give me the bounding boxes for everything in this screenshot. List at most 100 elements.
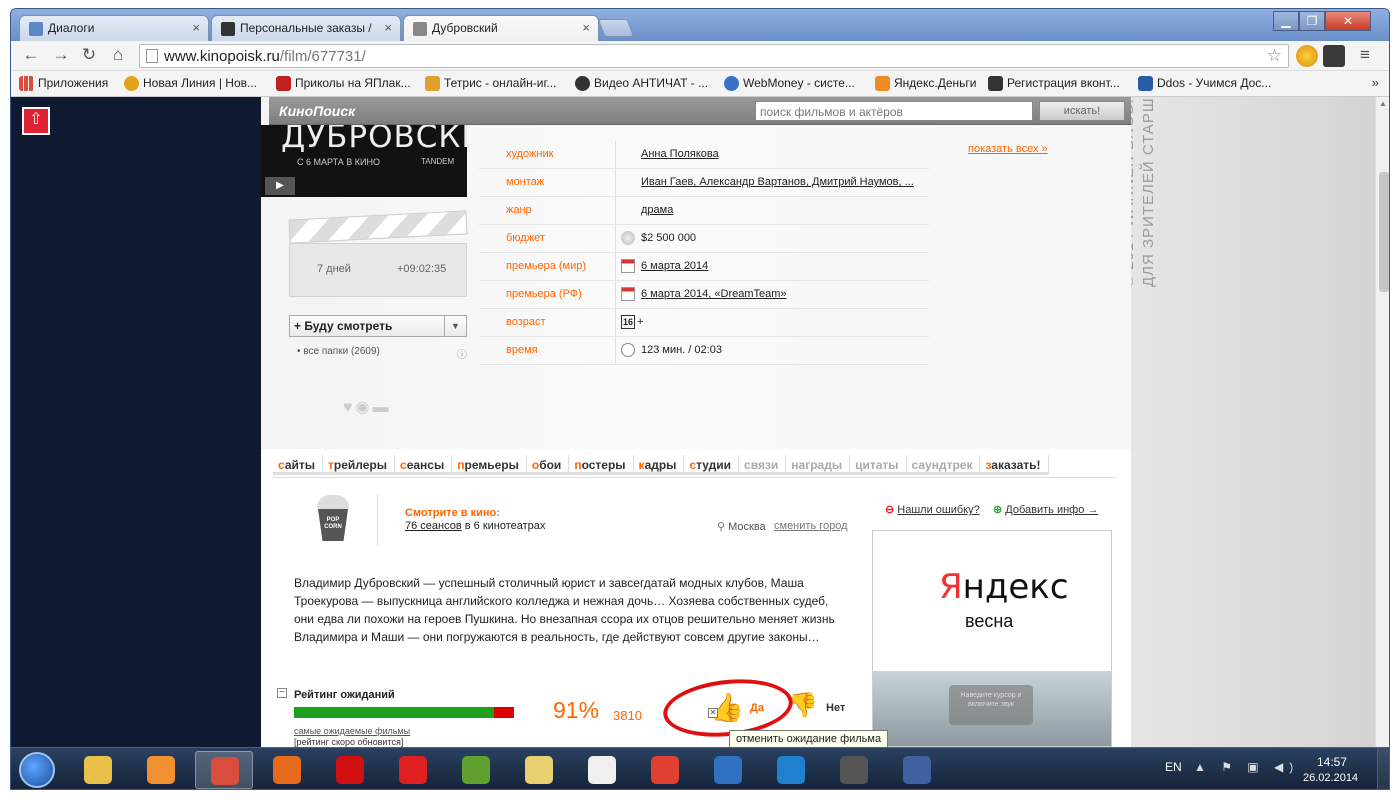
scroll-to-top-button[interactable]: ⇧ — [22, 107, 50, 135]
comment-icon[interactable]: ▬ — [372, 399, 391, 416]
forward-arrow-icon[interactable]: → — [51, 46, 71, 66]
minimize-button[interactable]: ▁ — [1273, 11, 1299, 31]
tab-dialogs[interactable]: Диалоги × — [19, 15, 209, 41]
app7-icon — [462, 756, 490, 784]
maximize-button[interactable]: ❐ — [1299, 11, 1325, 31]
change-city-link[interactable]: сменить город — [774, 520, 848, 532]
menu-sessions[interactable]: сеансы — [395, 455, 453, 475]
calendar-icon[interactable] — [621, 259, 635, 273]
taskbar-app-chrome[interactable] — [195, 751, 253, 789]
bookmark-novaya-liniya[interactable]: Новая Линия | Нов... — [124, 76, 257, 91]
close-icon[interactable]: × — [582, 20, 590, 35]
taskbar-app-media[interactable] — [132, 751, 190, 789]
trailer-poster[interactable]: ДУБРОВСКИЙ С 6 МАРТА В КИНО TANDEM ▶ — [261, 125, 467, 197]
bookmark-antichat[interactable]: Видео АНТИЧАТ - ... — [575, 76, 708, 91]
calendar-icon[interactable] — [621, 287, 635, 301]
sessions-link[interactable]: 76 сеансов — [405, 520, 462, 532]
no-button[interactable]: Нет — [826, 702, 845, 714]
film-page: КиноПоиск поиск фильмов и актёров искать… — [261, 97, 1131, 747]
taskbar-app-explorer[interactable] — [69, 751, 127, 789]
taskbar-app-firefox[interactable] — [258, 751, 316, 789]
play-icon[interactable]: ▶ — [265, 177, 295, 195]
close-window-button[interactable]: ✕ — [1325, 11, 1371, 31]
language-indicator[interactable]: EN — [1165, 760, 1182, 774]
countdown-clapper: 7 дней +09:02:35 — [288, 210, 468, 297]
page-scrollbar[interactable]: ▲ — [1375, 97, 1389, 747]
bookmark-apps[interactable]: Приложения — [19, 76, 108, 91]
chevron-down-icon[interactable]: ▼ — [444, 316, 466, 336]
menu-studios[interactable]: студии — [684, 455, 740, 475]
kinopoisk-logo[interactable]: КиноПоиск — [279, 103, 355, 119]
rf-premiere-link[interactable]: 6 марта 2014, «DreamTeam» — [641, 288, 787, 300]
yaplakal-icon — [276, 76, 291, 91]
menu-sites[interactable]: сайты — [273, 455, 324, 475]
eye-icon[interactable]: ◉ — [356, 399, 373, 416]
bookmark-tetris[interactable]: Тетрис - онлайн-иг... — [425, 76, 556, 91]
bookmark-yandex-money[interactable]: Яндекс.Деньги — [875, 76, 976, 91]
clock-time[interactable]: 14:57 — [1317, 755, 1347, 769]
back-arrow-icon[interactable]: ← — [21, 46, 41, 66]
taskbar-app-app7[interactable] — [447, 751, 505, 789]
taskbar-app-steam[interactable] — [825, 751, 883, 789]
new-tab-button[interactable] — [597, 19, 635, 37]
thumbs-down-icon[interactable]: 👎 — [788, 691, 818, 721]
all-folders-link[interactable]: • все папки (2609) — [297, 346, 380, 357]
menu-order[interactable]: заказать! — [980, 455, 1049, 475]
collapse-icon[interactable]: − — [277, 688, 287, 698]
menu-trailers[interactable]: трейлеры — [323, 455, 396, 475]
menu-posters[interactable]: постеры — [569, 455, 634, 475]
tab-dubrovsky[interactable]: Дубровский × — [403, 15, 599, 41]
taskbar-app-app12[interactable] — [762, 751, 820, 789]
close-icon[interactable]: × — [384, 20, 392, 35]
reload-icon[interactable]: ↻ — [79, 46, 99, 66]
bookmark-yaplakal[interactable]: Приколы на ЯПлак... — [276, 76, 411, 91]
taskbar-app-app14[interactable] — [888, 751, 946, 789]
address-bar[interactable]: www.kinopoisk.ru/film/677731/ ☆ — [139, 44, 1289, 68]
report-error-link[interactable]: ⊖ Нашли ошибку? — [885, 503, 980, 516]
bookmark-star-icon[interactable]: ☆ — [1267, 46, 1282, 66]
menu-premieres[interactable]: премьеры — [452, 455, 527, 475]
taskbar-app-app10[interactable] — [636, 751, 694, 789]
login-extension-icon[interactable] — [1323, 45, 1345, 67]
bookmark-webmoney[interactable]: WebMoney - систе... — [724, 76, 855, 91]
taskbar-app-app9[interactable] — [573, 751, 631, 789]
clock-date[interactable]: 26.02.2014 — [1303, 772, 1358, 784]
heart-icon[interactable]: ♥ — [343, 399, 356, 416]
browser-window: Диалоги × Персональные заказы / × Дубров… — [10, 8, 1390, 790]
info-icon[interactable]: ⓘ — [457, 346, 467, 361]
add-info-link[interactable]: ⊕ Добавить инфо → — [993, 503, 1098, 516]
will-watch-button[interactable]: + Буду смотреть ▼ — [289, 315, 467, 337]
menu-stills[interactable]: кадры — [633, 455, 685, 475]
start-button[interactable] — [19, 752, 55, 788]
home-icon[interactable]: ⌂ — [108, 46, 128, 66]
yandex-ad-banner[interactable]: Яндекс весна Наведите курсор и включите … — [872, 530, 1112, 747]
most-awaited-link[interactable]: самые ожидаемые фильмы — [294, 726, 410, 736]
menu-icon[interactable]: ≡ — [1355, 46, 1375, 66]
menu-wallpapers[interactable]: обои — [526, 455, 570, 475]
editors-link[interactable]: Иван Гаев, Александр Вартанов, Дмитрий Н… — [641, 176, 914, 188]
tray-icons[interactable]: ▲ ⚑ ▣ ◀) — [1194, 760, 1299, 774]
taskbar-app-app8[interactable] — [510, 751, 568, 789]
apps-grid-icon — [19, 76, 34, 91]
bit-icon — [1138, 76, 1153, 91]
genre-link[interactable]: драма — [641, 204, 673, 216]
scrollbar-thumb[interactable] — [1379, 172, 1389, 292]
artist-link[interactable]: Анна Полякова — [641, 148, 719, 160]
scroll-up-arrow-icon[interactable]: ▲ — [1379, 99, 1387, 108]
app12-icon — [777, 756, 805, 784]
bookmark-ddos[interactable]: Ddos - Учимся Дос... — [1138, 76, 1271, 91]
weather-extension-icon[interactable] — [1296, 45, 1318, 67]
show-desktop-button[interactable] — [1377, 748, 1389, 789]
tab-orders[interactable]: Персональные заказы / × — [211, 15, 401, 41]
taskbar-app-app11[interactable] — [699, 751, 757, 789]
search-input[interactable]: поиск фильмов и актёров — [755, 101, 1033, 121]
search-button[interactable]: искать! — [1039, 101, 1125, 121]
rating-update-note: [рейтинг скоро обновится] — [294, 737, 404, 747]
more-bookmarks-button[interactable]: » — [1372, 75, 1379, 90]
close-icon[interactable]: × — [192, 20, 200, 35]
taskbar-app-yandex[interactable] — [384, 751, 442, 789]
show-all-link[interactable]: показать всех » — [968, 143, 1048, 155]
world-premiere-link[interactable]: 6 марта 2014 — [641, 260, 708, 272]
bookmark-vk-registration[interactable]: Регистрация вконт... — [988, 76, 1120, 91]
taskbar-app-opera[interactable] — [321, 751, 379, 789]
